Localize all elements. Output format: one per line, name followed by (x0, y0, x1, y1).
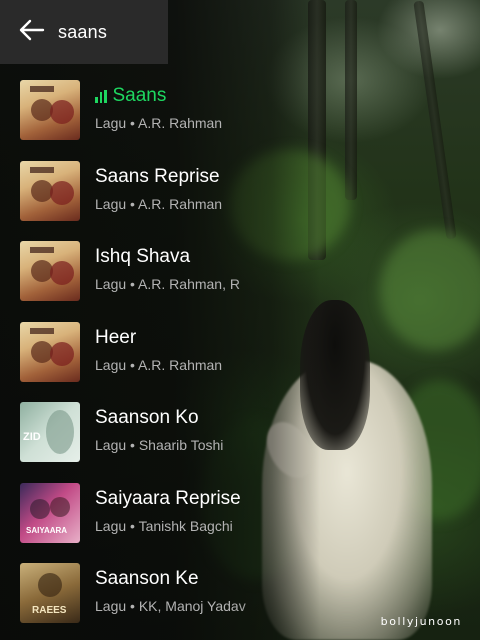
list-item-saanson-ko[interactable]: ZID Saanson Ko Lagu • Shaarib Toshi (0, 392, 320, 473)
track-title: Heer (95, 326, 137, 348)
album-art-label: RAEES (32, 605, 67, 616)
list-item-heer[interactable]: Heer Lagu • A.R. Rahman (0, 312, 320, 393)
list-item-saans-reprise[interactable]: Saans Reprise Lagu • A.R. Rahman (0, 151, 320, 232)
track-subtitle: Lagu • A.R. Rahman (95, 195, 223, 212)
search-results-list: Saans Lagu • A.R. Rahman Saans Reprise L… (0, 70, 320, 634)
list-item-saanson-ke[interactable]: RAEES Saanson Ke Lagu • KK, Manoj Yadav (0, 553, 320, 634)
foliage (380, 230, 480, 350)
list-item-ishq-shava[interactable]: Ishq Shava Lagu • A.R. Rahman, R (0, 231, 320, 312)
track-title: Ishq Shava (95, 246, 191, 267)
list-item-saans[interactable]: Saans Lagu • A.R. Rahman (0, 70, 320, 151)
album-art: ZID (20, 402, 80, 462)
tree-trunk (345, 0, 357, 200)
track-subtitle: Lagu • KK, Manoj Yadav (95, 598, 246, 614)
album-art (20, 321, 80, 382)
track-title: Saiyaara Reprise (95, 487, 241, 509)
album-art (20, 160, 80, 221)
track-subtitle: Lagu • A.R. Rahman, R (95, 276, 240, 292)
album-art (20, 80, 80, 140)
album-art-label: ZID (23, 431, 41, 443)
back-button[interactable] (12, 12, 52, 52)
now-playing-icon (95, 89, 107, 103)
search-header: saans (0, 0, 168, 64)
arrow-left-icon (19, 19, 45, 46)
track-title: Saanson Ke (95, 568, 199, 589)
album-art: RAEES (20, 563, 80, 623)
track-subtitle: Lagu • A.R. Rahman (95, 356, 223, 373)
track-title: Saans (112, 85, 167, 106)
track-subtitle: Lagu • A.R. Rahman (95, 115, 223, 131)
track-subtitle: Lagu • Shaarib Toshi (95, 437, 224, 453)
track-title: Saanson Ko (95, 407, 199, 428)
watermark: bollyjunoon (380, 615, 462, 628)
search-query[interactable]: saans (58, 22, 107, 43)
album-art-label: SAIYAARA (26, 526, 67, 535)
track-subtitle: Lagu • Tanishk Bagchi (95, 517, 233, 534)
album-art (20, 241, 80, 301)
album-art: SAIYAARA (20, 482, 80, 543)
list-item-saiyaara-reprise[interactable]: SAIYAARA Saiyaara Reprise Lagu • Tanishk… (0, 473, 320, 554)
tree-trunk (413, 0, 457, 240)
track-title: Saans Reprise (95, 165, 220, 187)
